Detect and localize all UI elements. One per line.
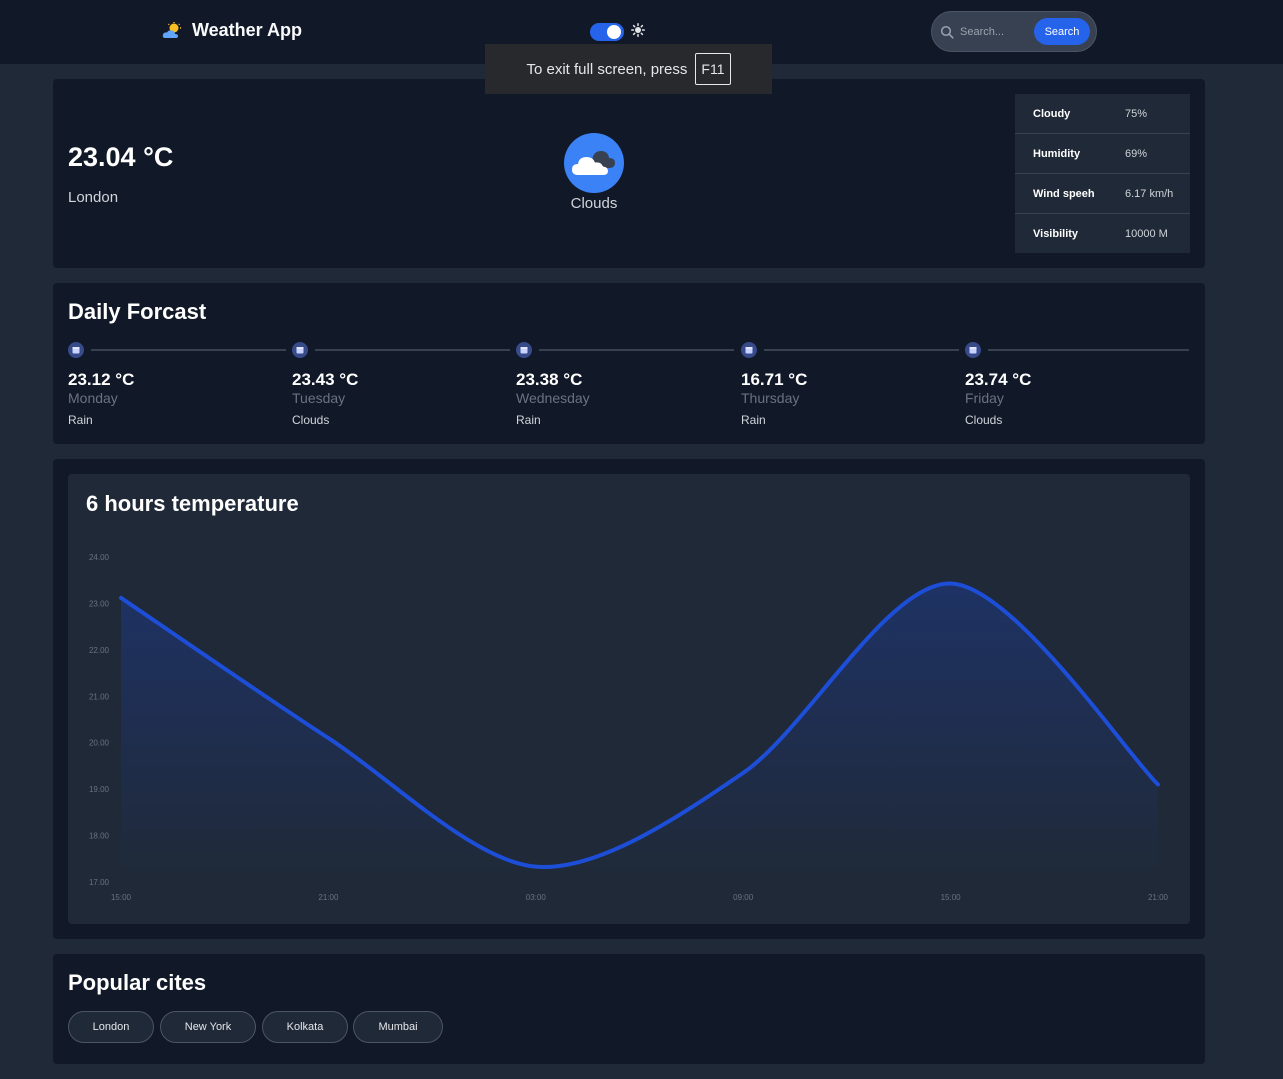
stat-label: Humidity	[1033, 147, 1081, 160]
stat-label: Visibility	[1033, 228, 1079, 240]
timeline-line	[91, 349, 286, 351]
forecast-day: 23.74 °C Friday Clouds	[965, 340, 1189, 430]
city-button-kolkata[interactable]: Kolkata	[262, 1011, 348, 1043]
timeline-line	[315, 349, 510, 351]
toggle-knob	[607, 25, 621, 39]
x-tick-label: 21:00	[1148, 893, 1169, 902]
y-tick-label: 22.00	[89, 646, 110, 655]
stat-value: 10000 M	[1125, 228, 1168, 240]
daily-forecast-card: Daily Forcast 23.12 °C Monday Rain 23.43…	[53, 283, 1205, 444]
stat-value: 69%	[1125, 147, 1148, 160]
chart-panel: 6 hours temperature 17.00 18.00 19.00 20.00…	[68, 474, 1190, 924]
forecast-day-name: Wednesday	[516, 390, 590, 406]
stats-table: Cloudy 75% Humidity 69% Wind speeh 6.17 …	[1015, 94, 1190, 253]
search-button[interactable]: Search	[1034, 18, 1090, 45]
app-title: Weather App	[192, 20, 303, 40]
stat-row-wind-speed: Wind speeh 6.17 km/h	[1015, 174, 1190, 214]
x-tick-label: 21:00	[318, 893, 339, 902]
cloud-icon	[572, 151, 615, 175]
y-tick-label: 20.00	[89, 739, 110, 748]
forecast-temp: 16.71 °C	[741, 370, 808, 389]
x-tick-label: 03:00	[526, 893, 547, 902]
calendar-icon	[965, 342, 981, 358]
forecast-temp: 23.12 °C	[68, 370, 135, 389]
stat-row-humidity: Humidity 69%	[1015, 134, 1190, 174]
calendar-icon	[741, 342, 757, 358]
current-temperature: 23.04 °C	[68, 142, 174, 172]
city-button-new-york[interactable]: New York	[160, 1011, 256, 1043]
calendar-icon	[292, 342, 308, 358]
current-weather-card: 23.04 °C London Clouds Cloudy 75% Humidi…	[53, 79, 1205, 268]
timeline-line	[539, 349, 734, 351]
forecast-day: 23.12 °C Monday Rain	[68, 340, 292, 430]
forecast-day-name: Friday	[965, 390, 1004, 406]
forecast-day-name: Monday	[68, 390, 118, 406]
stat-row-visibility: Visibility 10000 M	[1015, 214, 1190, 254]
forecast-day: 16.71 °C Thursday Rain	[741, 340, 965, 430]
forecast-temp: 23.43 °C	[292, 370, 359, 389]
fullscreen-key: F11	[695, 53, 731, 85]
x-tick-label: 15:00	[941, 893, 962, 902]
forecast-day-name: Tuesday	[292, 390, 346, 406]
theme-toggle[interactable]	[590, 23, 624, 41]
city-button-london[interactable]: London	[68, 1011, 154, 1043]
current-city: London	[68, 189, 119, 206]
timeline-line	[988, 349, 1189, 351]
condition-badge	[564, 133, 624, 193]
popular-cities-card: Popular cites London New York Kolkata Mu…	[53, 954, 1205, 1064]
hourly-chart-card: 6 hours temperature 17.00 18.00 19.00 20.00…	[53, 459, 1205, 939]
forecast-condition: Clouds	[965, 413, 1003, 427]
stat-value: 75%	[1125, 107, 1148, 120]
forecast-condition: Rain	[516, 413, 541, 427]
daily-forecast-title: Daily Forcast	[68, 299, 207, 324]
stat-label: Cloudy	[1033, 107, 1071, 120]
forecast-condition: Rain	[68, 413, 93, 427]
popular-cities-title: Popular cites	[68, 970, 207, 995]
current-condition: Clouds	[570, 195, 618, 212]
forecast-day-name: Thursday	[741, 390, 800, 406]
temperature-chart: 17.00 18.00 19.00 20.00 21.00 22.00 23.00 24.00…	[89, 553, 1169, 902]
sun-cloud-icon	[162, 21, 181, 38]
forecast-temp: 23.38 °C	[516, 370, 583, 389]
search-icon	[940, 25, 954, 39]
brand: Weather App	[162, 20, 302, 41]
stat-label: Wind speeh	[1033, 187, 1095, 200]
city-button-mumbai[interactable]: Mumbai	[353, 1011, 443, 1043]
fullscreen-notice-text: To exit full screen, press	[526, 60, 688, 78]
y-tick-label: 18.00	[89, 832, 110, 841]
y-tick-label: 23.00	[89, 599, 110, 608]
fullscreen-notice: To exit full screen, press F11	[485, 44, 772, 94]
forecast-condition: Rain	[741, 413, 766, 427]
stat-row-cloudy: Cloudy 75%	[1015, 94, 1190, 134]
x-tick-label: 09:00	[733, 893, 754, 902]
sun-icon[interactable]	[631, 23, 645, 37]
y-tick-label: 19.00	[89, 785, 110, 794]
search-bar: Search	[931, 11, 1097, 52]
forecast-temp: 23.74 °C	[965, 370, 1032, 389]
forecast-day: 23.43 °C Tuesday Clouds	[292, 340, 516, 430]
y-tick-label: 24.00	[89, 553, 110, 562]
forecast-condition: Clouds	[292, 413, 330, 427]
y-tick-label: 17.00	[89, 878, 110, 887]
y-tick-label: 21.00	[89, 692, 110, 701]
calendar-icon	[68, 342, 84, 358]
x-tick-label: 15:00	[111, 893, 132, 902]
timeline-line	[764, 349, 959, 351]
stat-value: 6.17 km/h	[1125, 187, 1174, 200]
forecast-day: 23.38 °C Wednesday Rain	[516, 340, 740, 430]
search-input[interactable]	[960, 22, 1034, 42]
calendar-icon	[516, 342, 532, 358]
